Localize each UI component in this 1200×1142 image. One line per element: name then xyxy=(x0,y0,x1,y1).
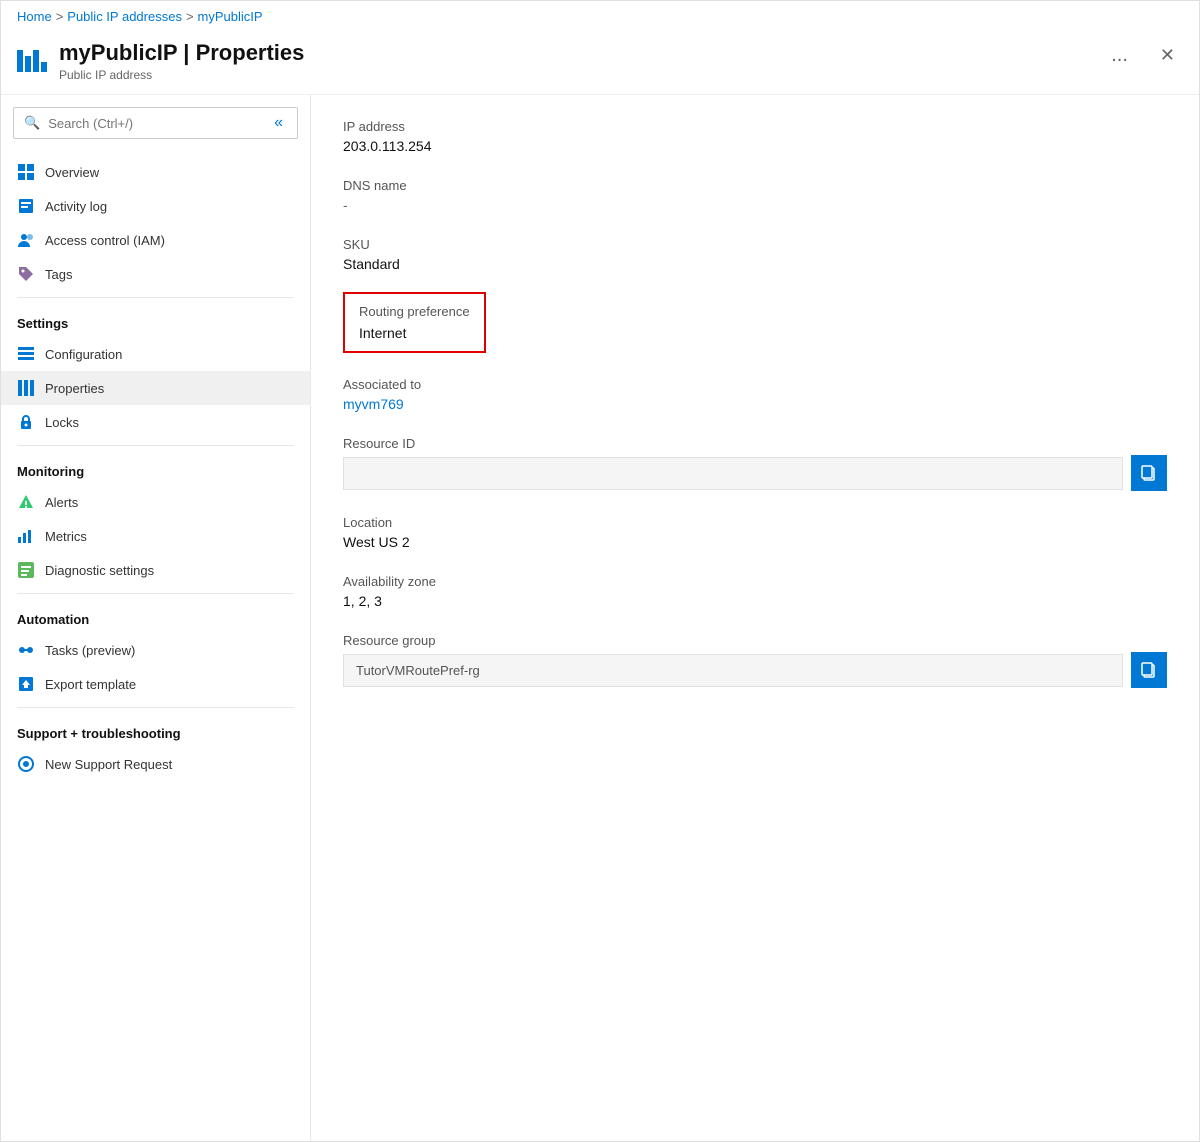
sidebar-item-tags[interactable]: Tags xyxy=(1,257,310,291)
sidebar-item-label: Tasks (preview) xyxy=(45,643,135,658)
associated-to-group: Associated to myvm769 xyxy=(343,377,1167,412)
availability-zone-label: Availability zone xyxy=(343,574,1167,589)
sidebar-item-label: Access control (IAM) xyxy=(45,233,165,248)
export-icon xyxy=(17,675,35,693)
page-title: myPublicIP | Properties xyxy=(59,40,304,66)
sidebar-item-activity-log[interactable]: Activity log xyxy=(1,189,310,223)
sidebar-item-properties[interactable]: Properties xyxy=(1,371,310,405)
search-box[interactable]: 🔍 « xyxy=(13,107,298,139)
content-area: IP address 203.0.113.254 DNS name - SKU … xyxy=(311,95,1199,1141)
activity-log-icon xyxy=(17,197,35,215)
properties-icon xyxy=(17,379,35,397)
search-icon: 🔍 xyxy=(24,115,40,131)
tags-icon xyxy=(17,265,35,283)
monitoring-section-label: Monitoring xyxy=(1,452,310,485)
resource-group-group: Resource group xyxy=(343,633,1167,688)
associated-to-label: Associated to xyxy=(343,377,1167,392)
tasks-icon xyxy=(17,641,35,659)
resource-group-label: Resource group xyxy=(343,633,1167,648)
alerts-icon xyxy=(17,493,35,511)
support-icon xyxy=(17,755,35,773)
sidebar-item-alerts[interactable]: Alerts xyxy=(1,485,310,519)
resource-group-input[interactable] xyxy=(343,654,1123,687)
sidebar-item-label: Overview xyxy=(45,165,99,180)
sidebar-item-support[interactable]: New Support Request xyxy=(1,747,310,781)
page-subtitle: Public IP address xyxy=(59,68,304,82)
breadcrumb-public-ip[interactable]: Public IP addresses xyxy=(67,9,182,24)
sidebar-item-label: Properties xyxy=(45,381,104,396)
metrics-icon xyxy=(17,527,35,545)
breadcrumb: Home > Public IP addresses > myPublicIP xyxy=(1,1,1199,32)
availability-zone-value: 1, 2, 3 xyxy=(343,593,1167,609)
associated-to-value[interactable]: myvm769 xyxy=(343,396,1167,412)
resource-id-input[interactable] xyxy=(343,457,1123,490)
availability-zone-group: Availability zone 1, 2, 3 xyxy=(343,574,1167,609)
location-value: West US 2 xyxy=(343,534,1167,550)
dns-name-label: DNS name xyxy=(343,178,1167,193)
search-input[interactable] xyxy=(48,116,262,131)
sidebar-item-export[interactable]: Export template xyxy=(1,667,310,701)
sidebar-item-label: New Support Request xyxy=(45,757,172,772)
sidebar-item-diagnostics[interactable]: Diagnostic settings xyxy=(1,553,310,587)
resource-id-label: Resource ID xyxy=(343,436,1167,451)
sidebar-item-locks[interactable]: Locks xyxy=(1,405,310,439)
more-options-button[interactable]: ... xyxy=(1103,40,1136,71)
sidebar-item-label: Diagnostic settings xyxy=(45,563,154,578)
sidebar-item-label: Metrics xyxy=(45,529,87,544)
sidebar-item-configuration[interactable]: Configuration xyxy=(1,337,310,371)
sidebar-item-label: Export template xyxy=(45,677,136,692)
breadcrumb-sep2: > xyxy=(186,9,194,24)
configuration-icon xyxy=(17,345,35,363)
sku-group: SKU Standard xyxy=(343,237,1167,272)
routing-preference-box: Routing preference Internet xyxy=(343,292,486,353)
sidebar-item-label: Tags xyxy=(45,267,72,282)
settings-divider xyxy=(17,297,294,298)
resource-id-row xyxy=(343,455,1167,491)
support-section-label: Support + troubleshooting xyxy=(1,714,310,747)
breadcrumb-home[interactable]: Home xyxy=(17,9,52,24)
automation-section-label: Automation xyxy=(1,600,310,633)
settings-section-label: Settings xyxy=(1,304,310,337)
diagnostics-icon xyxy=(17,561,35,579)
location-label: Location xyxy=(343,515,1167,530)
ip-address-group: IP address 203.0.113.254 xyxy=(343,119,1167,154)
overview-icon xyxy=(17,163,35,181)
sidebar-item-label: Configuration xyxy=(45,347,122,362)
resource-id-group: Resource ID xyxy=(343,436,1167,491)
sidebar-item-overview[interactable]: Overview xyxy=(1,155,310,189)
resource-group-copy-button[interactable] xyxy=(1131,652,1167,688)
location-group: Location West US 2 xyxy=(343,515,1167,550)
close-button[interactable]: ✕ xyxy=(1152,41,1183,70)
dns-name-group: DNS name - xyxy=(343,178,1167,213)
support-divider xyxy=(17,707,294,708)
collapse-sidebar-button[interactable]: « xyxy=(270,114,287,132)
sidebar-item-label: Alerts xyxy=(45,495,78,510)
locks-icon xyxy=(17,413,35,431)
sidebar-item-tasks[interactable]: Tasks (preview) xyxy=(1,633,310,667)
routing-preference-value: Internet xyxy=(359,325,470,341)
iam-icon xyxy=(17,231,35,249)
ip-address-value: 203.0.113.254 xyxy=(343,138,1167,154)
routing-preference-group: Routing preference Internet xyxy=(343,296,1167,353)
sidebar-item-label: Locks xyxy=(45,415,79,430)
sku-label: SKU xyxy=(343,237,1167,252)
breadcrumb-current[interactable]: myPublicIP xyxy=(198,9,263,24)
sidebar-item-iam[interactable]: Access control (IAM) xyxy=(1,223,310,257)
resource-id-copy-button[interactable] xyxy=(1131,455,1167,491)
page-header: myPublicIP | Properties Public IP addres… xyxy=(1,32,1199,95)
resource-group-row xyxy=(343,652,1167,688)
sidebar-item-metrics[interactable]: Metrics xyxy=(1,519,310,553)
sku-value: Standard xyxy=(343,256,1167,272)
automation-divider xyxy=(17,593,294,594)
breadcrumb-sep1: > xyxy=(56,9,64,24)
dns-name-value: - xyxy=(343,197,1167,213)
sidebar: 🔍 « Overview Activity log xyxy=(1,95,311,1141)
sidebar-item-label: Activity log xyxy=(45,199,107,214)
routing-preference-label: Routing preference xyxy=(359,304,470,319)
ip-address-label: IP address xyxy=(343,119,1167,134)
azure-logo xyxy=(17,50,47,72)
monitoring-divider xyxy=(17,445,294,446)
